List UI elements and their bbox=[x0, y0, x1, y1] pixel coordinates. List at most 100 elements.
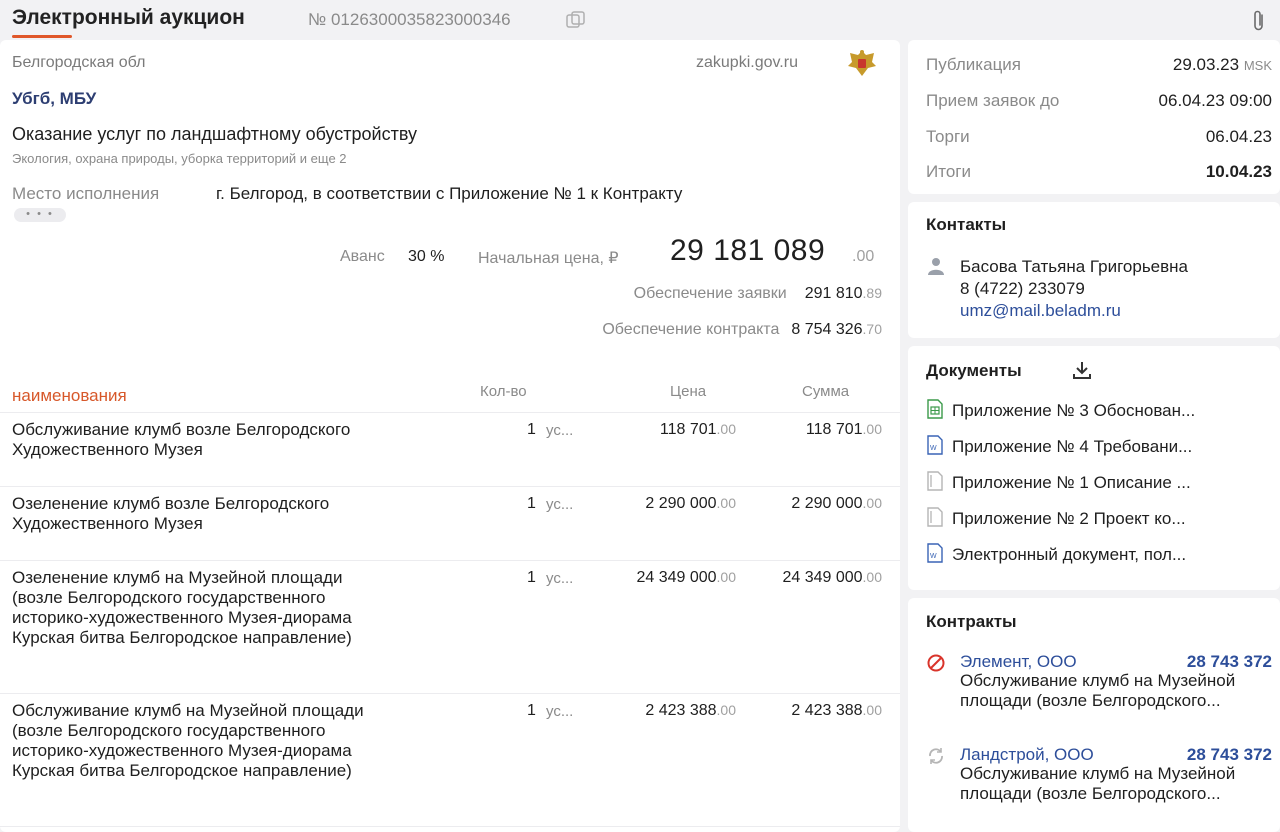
contract-description: Обслуживание клумб на Музейной площади (… bbox=[960, 764, 1236, 803]
item-sum: 118 701 bbox=[805, 421, 863, 438]
document-item[interactable]: Приложение № 3 Обоснован... bbox=[926, 399, 1266, 421]
contract-security-cents: .70 bbox=[862, 321, 882, 337]
start-price-label: Начальная цена, ₽ bbox=[478, 250, 619, 267]
item-unit: ус... bbox=[546, 422, 574, 439]
column-header-qty[interactable]: Кол-во bbox=[480, 383, 527, 400]
auction-row: Торги 06.04.23 bbox=[926, 127, 1272, 147]
in-progress-icon bbox=[926, 746, 946, 771]
document-label: Электронный документ, пол... bbox=[952, 545, 1187, 564]
document-item[interactable]: Приложение № 1 Описание ... bbox=[926, 471, 1266, 493]
contract-supplier[interactable]: Ландстрой, ООО bbox=[960, 745, 1094, 765]
item-sum: 2 290 000 bbox=[791, 495, 863, 512]
document-label: Приложение № 4 Требовани... bbox=[952, 437, 1193, 456]
item-sum: 2 423 388 bbox=[791, 702, 863, 719]
start-price-cents: .00 bbox=[852, 248, 875, 265]
customer-name[interactable]: Убгб, МБУ bbox=[12, 89, 96, 109]
page-title: Электронный аукцион bbox=[12, 6, 245, 29]
advance-label: Аванс bbox=[340, 248, 385, 265]
purchase-subject: Оказание услуг по ландшафтному обустройс… bbox=[12, 124, 418, 144]
item-price: 2 290 000 bbox=[645, 495, 717, 512]
item-qty: 1 bbox=[527, 495, 536, 512]
deadline-date: 06.04.23 09:00 bbox=[1158, 91, 1272, 110]
contacts-title: Контакты bbox=[926, 215, 1007, 234]
contract-sum[interactable]: 28 743 372 bbox=[1187, 745, 1272, 765]
contact-name: Басова Татьяна Григорьевна bbox=[960, 257, 1189, 276]
contracts-title: Контракты bbox=[926, 612, 1017, 631]
publication-date: 29.03.23 bbox=[1172, 55, 1240, 74]
advance-value: 30 % bbox=[408, 248, 445, 265]
word-doc-icon: W bbox=[927, 435, 943, 455]
deadline-row: Прием заявок до 06.04.23 09:00 bbox=[926, 91, 1272, 111]
download-icon[interactable] bbox=[1071, 359, 1093, 386]
item-price: 118 701 bbox=[659, 421, 717, 438]
item-unit: ус... bbox=[546, 703, 574, 720]
source-site-link[interactable]: zakupki.gov.ru bbox=[696, 54, 798, 72]
item-price-cents: .00 bbox=[716, 421, 736, 437]
contact-phone[interactable]: 8 (4722) 233079 bbox=[960, 279, 1085, 299]
document-item[interactable]: W Приложение № 4 Требовани... bbox=[926, 435, 1266, 457]
bid-security-row: Обеспечение заявки 291 810.89 bbox=[634, 285, 882, 303]
attachment-icon[interactable] bbox=[1251, 9, 1267, 38]
contract-supplier[interactable]: Элемент, ООО bbox=[960, 652, 1077, 672]
cancelled-icon bbox=[926, 653, 946, 678]
item-name: Обслуживание клумб на Музейной площади (… bbox=[12, 701, 364, 780]
spreadsheet-doc-icon bbox=[927, 399, 943, 419]
publication-timezone: MSK bbox=[1243, 58, 1272, 73]
item-sum-cents: .00 bbox=[862, 569, 882, 585]
auction-label: Торги bbox=[926, 127, 970, 146]
svg-text:W: W bbox=[930, 553, 937, 560]
item-sum: 24 349 000 bbox=[782, 569, 863, 586]
copy-icon[interactable] bbox=[566, 11, 588, 36]
item-name: Озеленение клумб на Музейной площади (во… bbox=[12, 568, 352, 647]
item-sum-cents: .00 bbox=[862, 495, 882, 511]
coat-of-arms-icon bbox=[846, 48, 878, 83]
column-header-name[interactable]: наименования bbox=[12, 386, 127, 406]
word-doc-icon: W bbox=[927, 543, 943, 563]
item-price-cents: .00 bbox=[716, 495, 736, 511]
item-unit: ус... bbox=[546, 570, 574, 587]
documents-card: Документы Приложение № 3 Обоснован... W П… bbox=[908, 346, 1280, 590]
item-price: 24 349 000 bbox=[636, 569, 717, 586]
results-row: Итоги 10.04.23 bbox=[926, 162, 1272, 182]
auction-date: 06.04.23 bbox=[1205, 127, 1272, 146]
contract-security-value: 8 754 326 bbox=[791, 321, 863, 338]
contact-email[interactable]: umz@mail.beladm.ru bbox=[960, 301, 1121, 321]
column-header-price[interactable]: Цена bbox=[670, 383, 706, 400]
contract-security-label: Обеспечение контракта bbox=[602, 321, 780, 338]
more-button[interactable]: • • • bbox=[14, 208, 66, 222]
bid-security-label: Обеспечение заявки bbox=[633, 285, 787, 302]
table-divider bbox=[0, 412, 900, 413]
tender-number: № 0126300035823000346 bbox=[308, 10, 511, 29]
row-divider bbox=[0, 826, 900, 827]
document-item[interactable]: Приложение № 2 Проект ко... bbox=[926, 507, 1266, 529]
column-header-sum[interactable]: Сумма bbox=[802, 383, 849, 400]
item-name: Озеленение клумб возле Белгородского Худ… bbox=[12, 494, 330, 533]
page-header: Электронный аукцион № 012630003582300034… bbox=[0, 0, 1280, 40]
deadline-label: Прием заявок до bbox=[926, 91, 1060, 110]
generic-doc-icon bbox=[927, 471, 943, 491]
document-label: Приложение № 1 Описание ... bbox=[952, 473, 1191, 492]
start-price-value: 29 181 089 bbox=[670, 234, 826, 267]
contract-sum[interactable]: 28 743 372 bbox=[1187, 652, 1272, 672]
document-label: Приложение № 3 Обоснован... bbox=[952, 401, 1196, 420]
results-date: 10.04.23 bbox=[1205, 162, 1272, 181]
row-divider bbox=[0, 560, 900, 561]
item-price: 2 423 388 bbox=[645, 702, 717, 719]
place-label: Место исполнения bbox=[12, 184, 160, 203]
region: Белгородская обл bbox=[12, 54, 146, 71]
contracts-card: Контракты Элемент, ООО 28 743 372 Обслуж… bbox=[908, 598, 1280, 832]
categories[interactable]: Экология, охрана природы, уборка террито… bbox=[12, 151, 347, 166]
item-price-cents: .00 bbox=[716, 569, 736, 585]
item-unit: ус... bbox=[546, 496, 574, 513]
document-item[interactable]: W Электронный документ, пол... bbox=[926, 543, 1266, 565]
publication-label: Публикация bbox=[926, 55, 1022, 74]
item-sum-cents: .00 bbox=[862, 421, 882, 437]
contract-security-row: Обеспечение контракта 8 754 326.70 bbox=[602, 321, 882, 339]
svg-text:W: W bbox=[930, 445, 937, 452]
contacts-card: Контакты Басова Татьяна Григорьевна 8 (4… bbox=[908, 202, 1280, 338]
item-qty: 1 bbox=[527, 569, 536, 586]
dates-card: Публикация 29.03.23 MSK Прием заявок до … bbox=[908, 40, 1280, 194]
row-divider bbox=[0, 693, 900, 694]
contract-description: Обслуживание клумб на Музейной площади (… bbox=[960, 671, 1236, 710]
documents-title: Документы bbox=[926, 361, 1022, 380]
